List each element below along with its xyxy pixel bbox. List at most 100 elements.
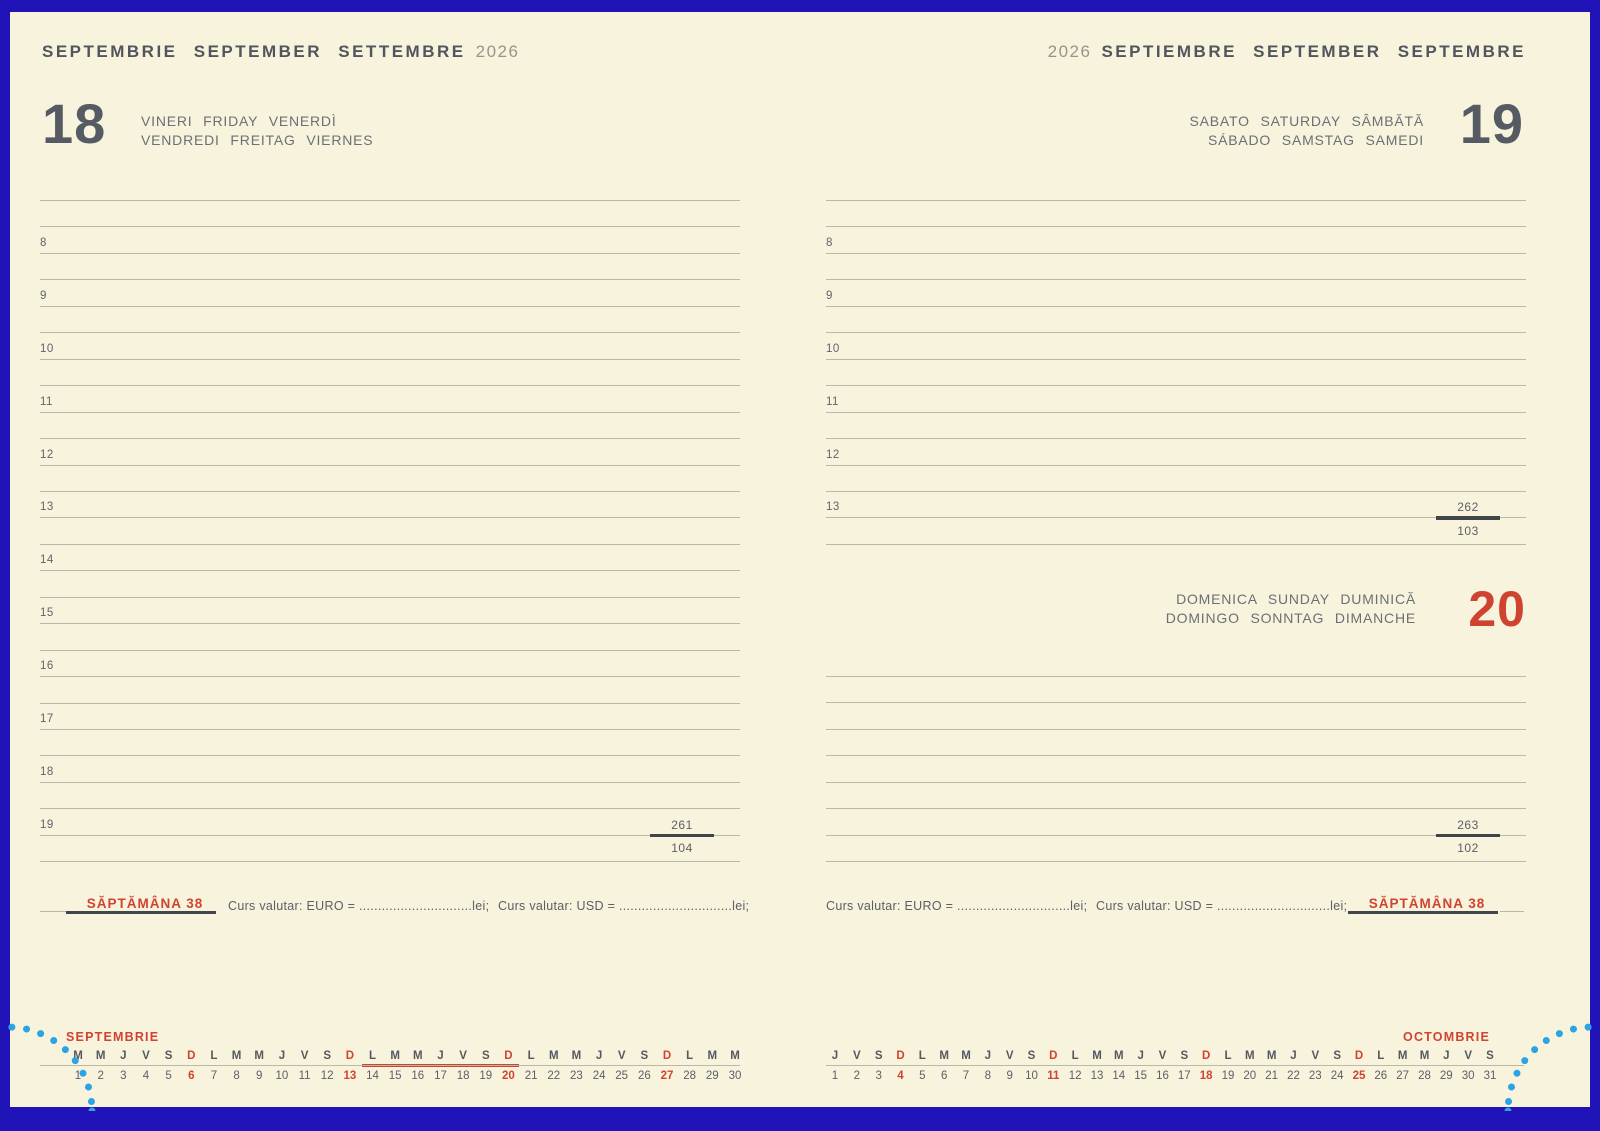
saturday-names-line2: SÁBADO SAMSTAG SAMEDI [1190, 131, 1425, 150]
calendar-weekday-letter: S [1326, 1050, 1348, 1062]
calendar-weekday-letter: M [1239, 1050, 1261, 1062]
calendar-day: 23 [1304, 1070, 1326, 1082]
calendar-weekday-letter: D [656, 1050, 678, 1062]
calendar-weekday-letter: M [955, 1050, 977, 1062]
calendar-weekday-letter: V [846, 1050, 868, 1062]
note-line [826, 306, 1526, 307]
calendar-weekday-letter: L [1370, 1050, 1392, 1062]
friday-names-line2: VENDREDI FREITAG VIERNES [141, 131, 373, 150]
right-month-header: 2026SEPTIEMBRE SEPTEMBER SEPTEMBRE [1048, 42, 1526, 62]
note-line [826, 729, 1526, 730]
left-month-header: SEPTEMBRIE SEPTEMBER SETTEMBRE2026 [42, 42, 519, 62]
marker-divider [1436, 834, 1500, 838]
calendar-day: 6 [933, 1070, 955, 1082]
note-line [826, 412, 1526, 413]
calendar-weekday-letter: D [1348, 1050, 1370, 1062]
note-line [40, 782, 740, 783]
calendar-day: 7 [203, 1070, 225, 1082]
note-line [40, 332, 740, 333]
calendar-day: 6 [180, 1070, 202, 1082]
calendar-weekday-letter: L [911, 1050, 933, 1062]
saturday-names-line1: SABATO SATURDAY SÂMBĂTĂ [1190, 112, 1425, 131]
calendar-day: 27 [656, 1070, 678, 1082]
calendar-weekday-letter: L [362, 1050, 384, 1062]
note-line [40, 676, 740, 677]
day-of-year-marker: 263102 [1436, 818, 1500, 856]
hour-label: 12 [826, 449, 840, 461]
calendar-weekday-letter: L [1217, 1050, 1239, 1062]
marker-divider [1436, 516, 1500, 520]
right-week-label: SĂPTĂMÂNA 38 [1354, 896, 1500, 911]
note-line [40, 385, 740, 386]
day-of-year-marker: 262103 [1436, 500, 1500, 538]
note-line [826, 755, 1526, 756]
sunday-names-line1: DOMENICA SUNDAY DUMINICĂ [1166, 590, 1416, 609]
right-week-underline [1348, 911, 1498, 914]
note-line [826, 279, 1526, 280]
calendar-day: 12 [316, 1070, 338, 1082]
calendar-weekday-letter: D [1042, 1050, 1064, 1062]
right-year: 2026 [1048, 42, 1092, 61]
note-line [826, 332, 1526, 333]
note-line [40, 703, 740, 704]
calendar-weekday-letter: D [180, 1050, 202, 1062]
note-line [40, 491, 740, 492]
note-line [826, 702, 1526, 703]
calendar-weekday-letter: M [226, 1050, 248, 1062]
note-line [826, 808, 1526, 809]
days-remaining: 104 [650, 841, 714, 855]
note-line [826, 200, 1526, 201]
calendar-weekday-letter: D [497, 1050, 519, 1062]
note-line [40, 808, 740, 809]
note-line [40, 861, 740, 862]
hour-label: 14 [40, 554, 54, 566]
calendar-weekday-letter: J [588, 1050, 610, 1062]
calendar-day: 15 [1130, 1070, 1152, 1082]
note-line [826, 491, 1526, 492]
note-line [826, 861, 1526, 862]
calendar-day: 5 [158, 1070, 180, 1082]
note-line [40, 200, 740, 201]
hour-label: 9 [826, 290, 833, 302]
calendar-day: 7 [955, 1070, 977, 1082]
calendar-day: 1 [824, 1070, 846, 1082]
note-line [40, 544, 740, 545]
calendar-weekday-letter: D [1195, 1050, 1217, 1062]
calendar-weekday-letter: M [543, 1050, 565, 1062]
calendar-weekday-letter: V [294, 1050, 316, 1062]
hour-label: 19 [40, 819, 54, 831]
hour-label: 10 [40, 343, 54, 355]
calendar-day: 4 [890, 1070, 912, 1082]
calendar-weekday-letter: M [384, 1050, 406, 1062]
left-year: 2026 [476, 42, 520, 61]
note-line [40, 438, 740, 439]
hour-label: 11 [826, 396, 839, 408]
calendar-weekday-letter: V [1457, 1050, 1479, 1062]
calendar-day: 18 [452, 1070, 474, 1082]
calendar-day: 24 [1326, 1070, 1348, 1082]
calendar-day: 21 [1261, 1070, 1283, 1082]
sunday-names-line2: DOMINGO SONNTAG DIMANCHE [1166, 609, 1416, 628]
calendar-day: 13 [1086, 1070, 1108, 1082]
hour-label: 8 [826, 237, 833, 249]
calendar-day: 19 [1217, 1070, 1239, 1082]
calendar-weekday-letter: J [1283, 1050, 1305, 1062]
hour-label: 8 [40, 237, 47, 249]
calendar-day: 25 [1348, 1070, 1370, 1082]
note-line [40, 650, 740, 651]
sunday-day-number: 20 [1468, 584, 1526, 634]
friday-day-names: VINERI FRIDAY VENERDÌ VENDREDI FREITAG V… [141, 112, 373, 150]
hour-label: 17 [40, 713, 54, 725]
day-of-year: 261 [650, 818, 714, 832]
note-line [40, 253, 740, 254]
note-line [40, 570, 740, 571]
calendar-day: 17 [1173, 1070, 1195, 1082]
calendar-day: 2 [846, 1070, 868, 1082]
calendar-weekday-letter: J [1130, 1050, 1152, 1062]
saturday-day-names: SABATO SATURDAY SÂMBĂTĂ SÁBADO SAMSTAG S… [1190, 112, 1425, 150]
calendar-weekday-letter: M [1086, 1050, 1108, 1062]
calendar-day: 26 [633, 1070, 655, 1082]
calendar-weekday-letter: J [1435, 1050, 1457, 1062]
calendar-day: 30 [1457, 1070, 1479, 1082]
calendar-weekday-letter: M [248, 1050, 270, 1062]
